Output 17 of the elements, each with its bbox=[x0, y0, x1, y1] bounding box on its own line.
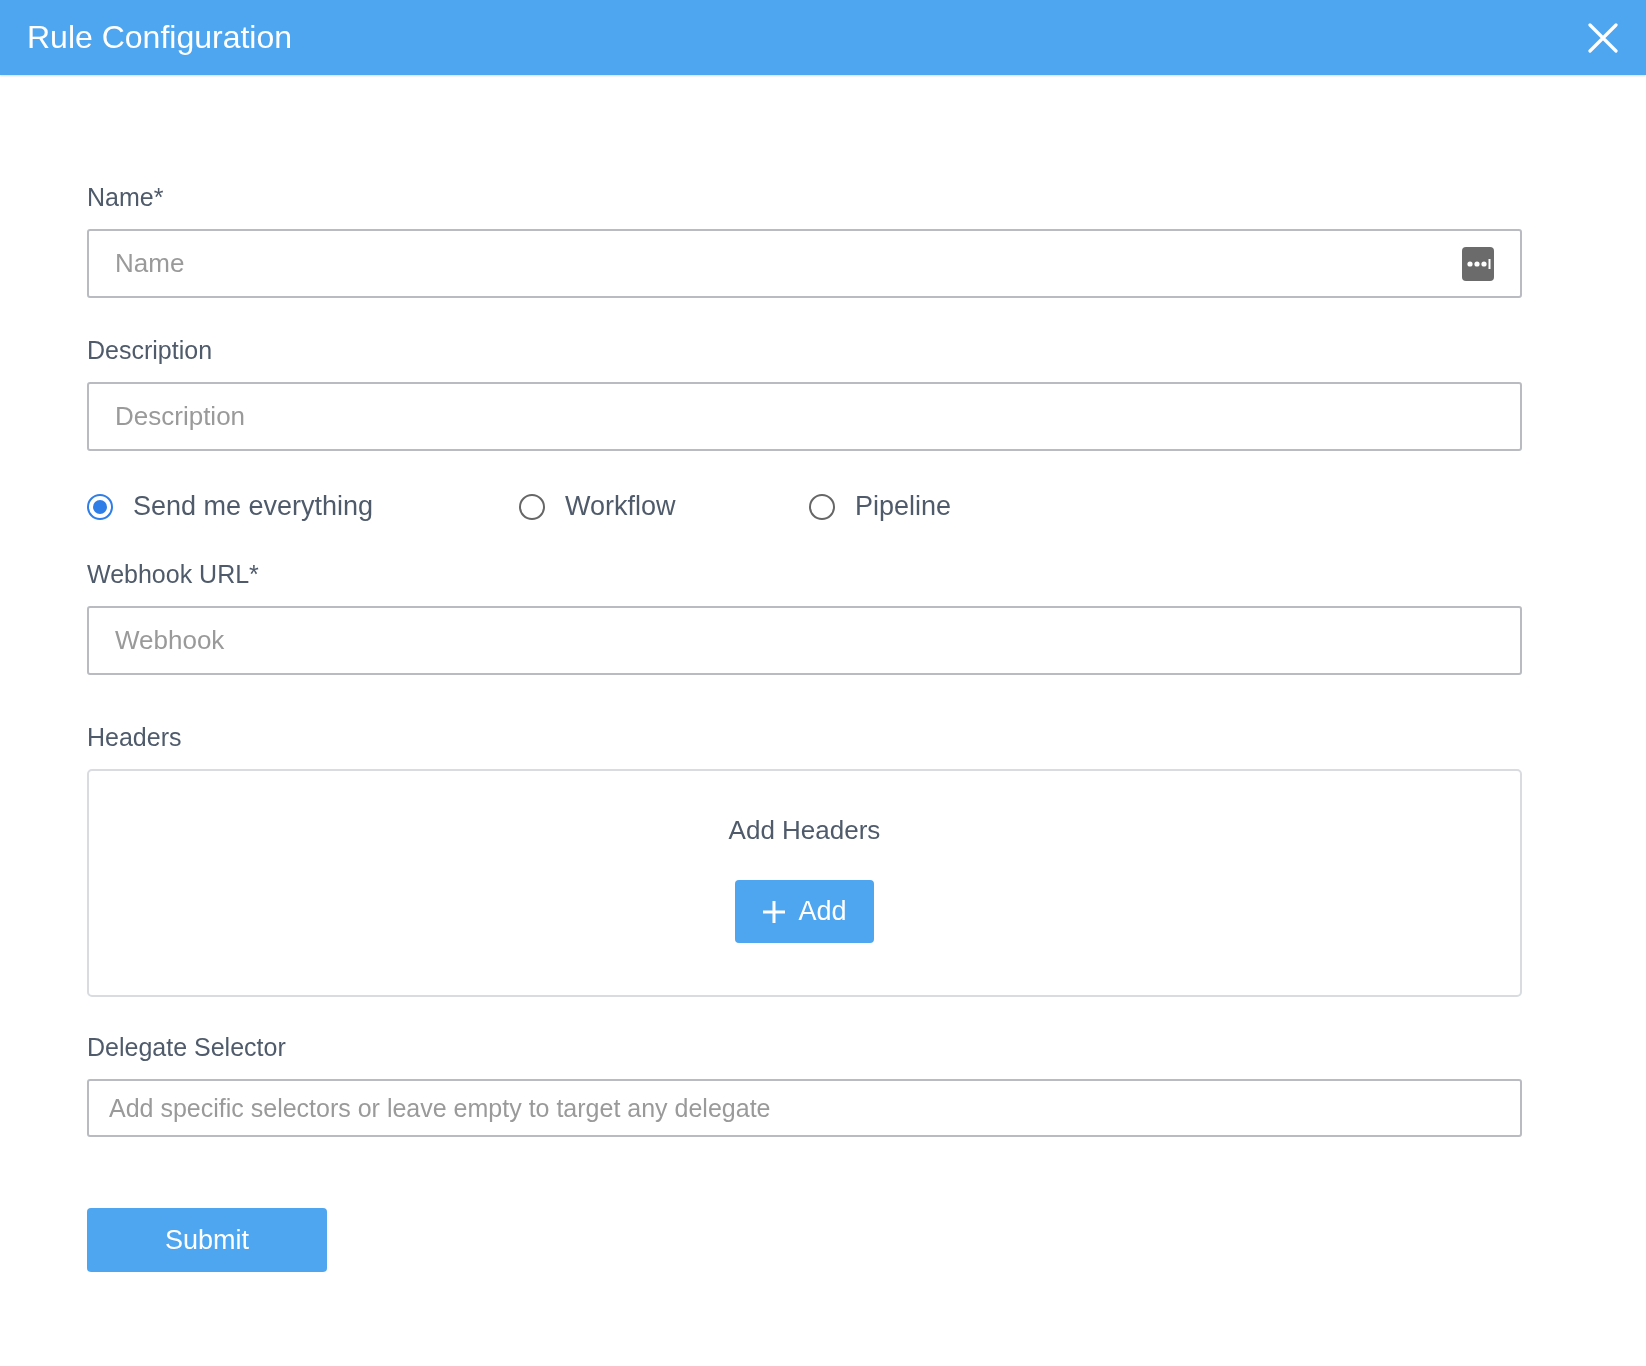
radio-option[interactable]: Pipeline bbox=[809, 491, 1522, 522]
radio-option[interactable]: Workflow bbox=[519, 491, 809, 522]
text-field[interactable]: Description bbox=[87, 382, 1522, 451]
plus-icon bbox=[762, 899, 787, 924]
field-label: Name* bbox=[87, 183, 165, 212]
dialog-title: Rule Configuration bbox=[27, 19, 293, 56]
text-field[interactable]: Name bbox=[87, 229, 1522, 298]
radio-option[interactable]: Send me everything bbox=[87, 491, 519, 522]
field-label: Delegate Selector bbox=[87, 1033, 287, 1062]
more-dots-icon[interactable] bbox=[1462, 246, 1494, 281]
text-field[interactable]: Add specific selectors or leave empty to target any delegate bbox=[87, 1079, 1522, 1137]
close-icon bbox=[1588, 22, 1618, 53]
field-label: Description bbox=[87, 336, 214, 365]
field-label: Headers bbox=[87, 723, 183, 752]
field-label: Webhook URL* bbox=[87, 560, 260, 589]
empty-headers-text: Add Headers bbox=[728, 815, 881, 846]
text-field[interactable]: Webhook bbox=[87, 606, 1522, 675]
